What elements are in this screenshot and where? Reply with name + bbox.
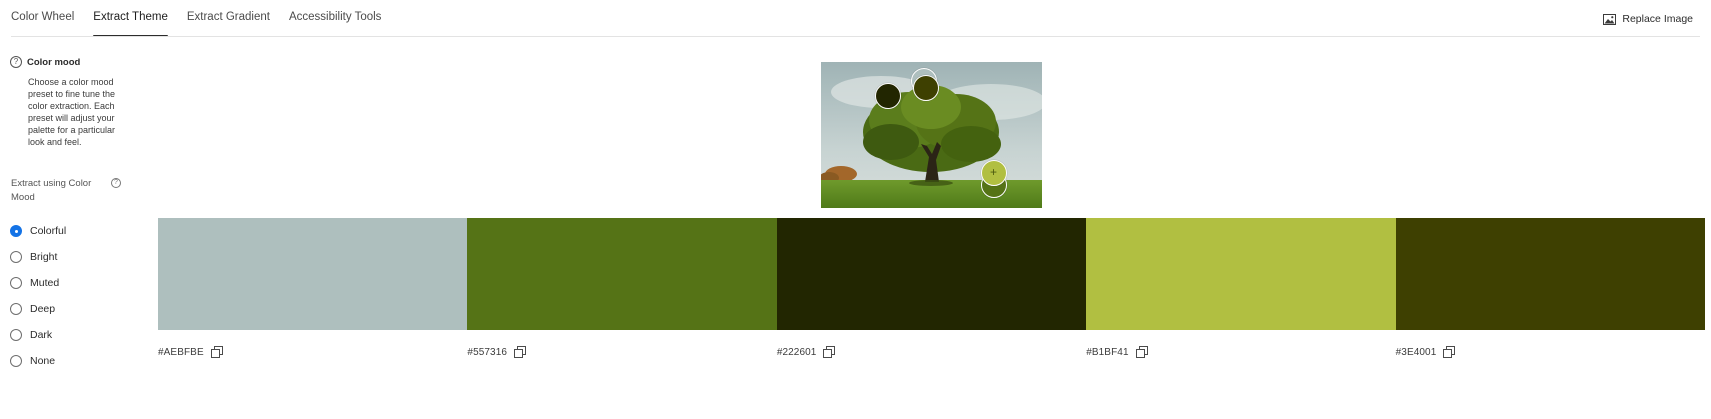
hex-item: #B1BF41 [1086,346,1395,358]
radio-button[interactable] [10,251,22,263]
tab-color-wheel[interactable]: Color Wheel [11,0,74,37]
radio-button[interactable] [10,303,22,315]
copy-icon[interactable] [1443,346,1456,358]
radio-label: Colorful [30,225,67,237]
help-icon[interactable]: ? [10,56,22,68]
color-swatch[interactable] [467,218,777,330]
radio-button[interactable] [10,225,22,237]
color-mood-title: Color mood [27,56,81,68]
color-picker-handle-active[interactable]: + [981,160,1007,186]
extract-mood-label: Extract using Color Mood [11,178,92,203]
radio-option-bright[interactable]: Bright [10,244,66,270]
color-mood-description: Choose a color mood preset to fine tune … [28,77,116,147]
hex-item: #222601 [777,346,1086,358]
tabs: Color Wheel Extract Theme Extract Gradie… [11,0,400,37]
tab-extract-theme[interactable]: Extract Theme [93,0,168,37]
radio-option-none[interactable]: None [10,348,66,374]
radio-option-muted[interactable]: Muted [10,270,66,296]
source-image-preview[interactable]: + [821,62,1042,208]
color-swatch[interactable] [1395,218,1706,330]
tab-extract-gradient[interactable]: Extract Gradient [187,0,270,37]
hex-item: #557316 [467,346,776,358]
radio-option-dark[interactable]: Dark [10,322,66,348]
radio-button[interactable] [10,329,22,341]
color-mood-radio-group: Colorful Bright Muted Deep Dark None [10,218,66,374]
radio-button[interactable] [10,277,22,289]
radio-label: Dark [30,329,53,341]
hex-value[interactable]: #557316 [467,347,507,358]
radio-option-colorful[interactable]: Colorful [10,218,66,244]
hex-value[interactable]: #3E4001 [1396,347,1437,358]
color-picker-handle[interactable] [913,75,939,101]
tab-divider [11,36,1700,37]
radio-label: Bright [30,251,58,263]
color-mood-header: ? Color mood [10,56,80,68]
hex-item: #3E4001 [1396,346,1705,358]
hex-codes: #AEBFBE #557316 #222601 #B1BF41 #3E4001 [158,346,1705,358]
help-icon[interactable]: ? [111,178,121,188]
hex-value[interactable]: #222601 [777,347,817,358]
copy-icon[interactable] [514,346,527,358]
color-picker-handle[interactable] [875,83,901,109]
image-icon [1603,13,1617,25]
radio-label: Deep [30,303,56,315]
replace-image-button[interactable]: Replace Image [1603,13,1693,25]
color-swatch[interactable] [158,218,468,330]
radio-label: Muted [30,277,60,289]
color-swatch[interactable] [1086,218,1396,330]
radio-button[interactable] [10,355,22,367]
radio-label: None [30,355,56,367]
hex-value[interactable]: #AEBFBE [158,347,204,358]
replace-image-label: Replace Image [1622,13,1693,25]
copy-icon[interactable] [210,346,223,358]
copy-icon[interactable] [823,346,836,358]
copy-icon[interactable] [1135,346,1148,358]
hex-item: #AEBFBE [158,346,467,358]
hex-value[interactable]: #B1BF41 [1086,347,1128,358]
color-swatches [158,218,1706,330]
radio-option-deep[interactable]: Deep [10,296,66,322]
crosshair-icon: + [989,165,997,179]
tab-bar: Color Wheel Extract Theme Extract Gradie… [0,0,1711,37]
color-swatch[interactable] [776,218,1087,330]
tab-accessibility-tools[interactable]: Accessibility Tools [289,0,381,37]
